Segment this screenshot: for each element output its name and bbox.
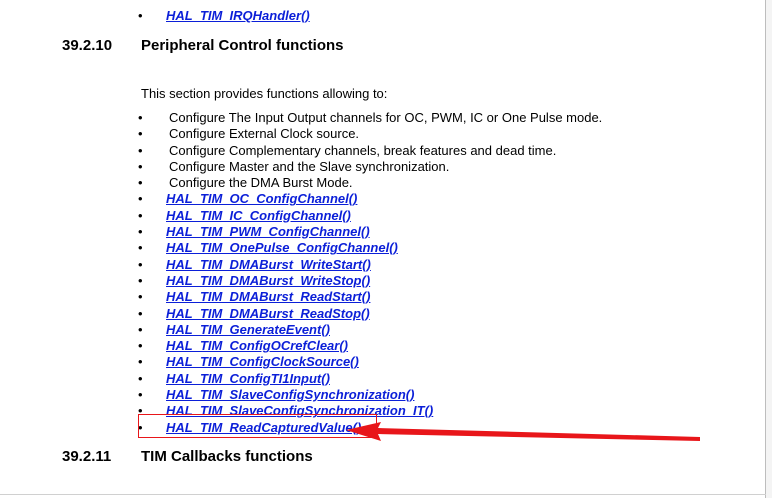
annotation-arrow — [346, 422, 700, 441]
